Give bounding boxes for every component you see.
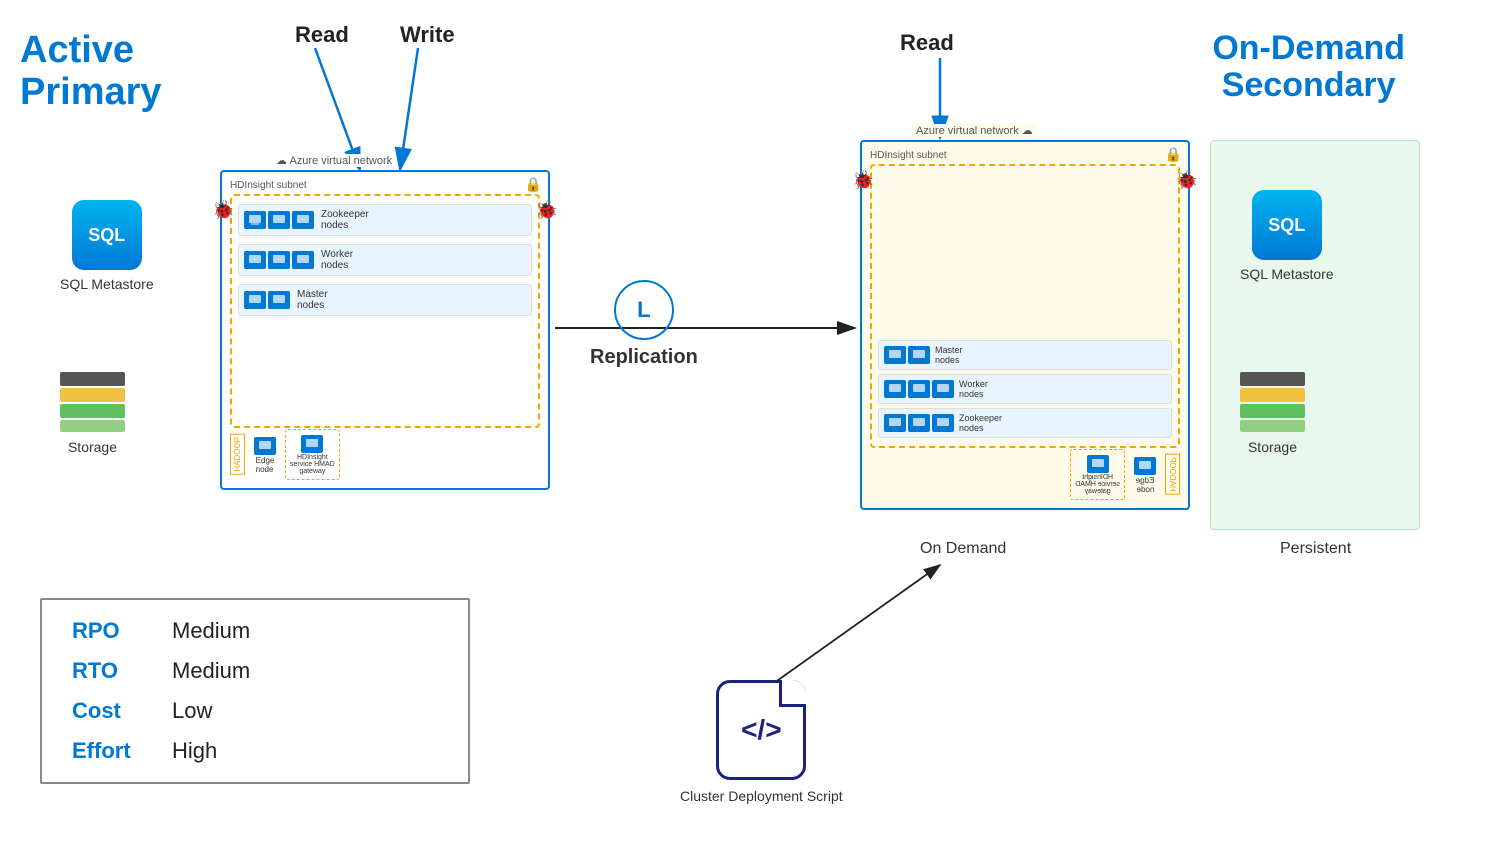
storage-icon-secondary bbox=[1235, 370, 1310, 435]
sec-zookeeper-label: Zookeepernodes bbox=[959, 413, 1002, 433]
on-demand-label: On Demand bbox=[920, 540, 1006, 558]
cluster-inner-secondary: Zookeepernodes Workernodes Masternodes bbox=[870, 164, 1180, 448]
sql-icon-primary: SQL bbox=[72, 200, 142, 270]
storage-secondary: Storage bbox=[1235, 370, 1310, 455]
worker-row: Workernodes bbox=[238, 244, 532, 276]
bug-icon-secondary-right: 🐞 bbox=[1176, 170, 1198, 191]
zk-node-1 bbox=[244, 211, 266, 229]
bug-icon-primary-right: 🐞 bbox=[536, 200, 558, 221]
secondary-cluster-box: Azure virtual network ☁ 🔒 HDInsight subn… bbox=[860, 140, 1190, 510]
bug-icon-primary-left: 🐞 bbox=[212, 200, 234, 221]
gateway-icon bbox=[301, 435, 323, 453]
zookeeper-row: Zookeepernodes bbox=[238, 204, 532, 236]
storage-label-secondary: Storage bbox=[1248, 439, 1297, 455]
zookeeper-label: Zookeepernodes bbox=[321, 209, 369, 231]
replication-circle: L bbox=[614, 280, 674, 340]
bug-icon-secondary-left: 🐞 bbox=[852, 170, 874, 191]
cluster-deployment-script-area: </> Cluster Deployment Script bbox=[680, 680, 843, 804]
metrics-box: RPO Medium RTO Medium Cost Low Effort Hi… bbox=[40, 598, 470, 784]
sec-master-label: Masternodes bbox=[935, 345, 963, 365]
master-label: Masternodes bbox=[297, 289, 328, 311]
azure-vnet-label-secondary: Azure virtual network ☁ bbox=[912, 124, 1037, 137]
cds-symbol: </> bbox=[741, 714, 781, 746]
hdinsight-subnet-label-primary: HDInsight subnet bbox=[230, 180, 307, 191]
w-node-2 bbox=[268, 251, 290, 269]
sql-metastore-secondary: SQL SQL Metastore bbox=[1240, 190, 1334, 282]
worker-label: Workernodes bbox=[321, 249, 353, 271]
m-node-2 bbox=[268, 291, 290, 309]
sql-label-secondary: SQL Metastore bbox=[1240, 266, 1334, 282]
metric-effort: Effort High bbox=[72, 738, 438, 764]
hadoop-label-sec: HADOOP bbox=[1165, 454, 1180, 495]
master-row: Masternodes bbox=[238, 284, 532, 316]
hdinsight-subnet-label-secondary: HDInsight subnet bbox=[870, 150, 947, 161]
metric-val-rto: Medium bbox=[172, 658, 250, 684]
sql-icon-secondary: SQL bbox=[1252, 190, 1322, 260]
edge-node-sec: Edgenode bbox=[1133, 456, 1157, 494]
sql-metastore-primary: SQL SQL Metastore bbox=[60, 200, 154, 292]
sec-worker-row: Workernodes bbox=[878, 374, 1172, 404]
replication-label: Replication bbox=[590, 346, 698, 369]
gateway-secondary: HDInsightservice HMADgateway bbox=[1070, 449, 1125, 500]
metric-key-cost: Cost bbox=[72, 698, 172, 724]
edge-node-icon bbox=[254, 437, 276, 455]
edge-area-secondary: HADOOP Edgenode HDInsightservice HMADgat… bbox=[870, 449, 1180, 500]
metric-key-rto: RTO bbox=[72, 658, 172, 684]
edge-area-primary: HADOOP Edgenode HDInsightservice HMADgat… bbox=[230, 429, 540, 480]
edge-node: Edgenode bbox=[253, 436, 277, 474]
cds-icon: </> bbox=[716, 680, 806, 780]
w-node-1 bbox=[244, 251, 266, 269]
zk-node-2 bbox=[268, 211, 290, 229]
sec-worker-label: Workernodes bbox=[959, 379, 988, 399]
on-demand-secondary-label: On-Demand Secondary bbox=[1212, 30, 1405, 105]
sec-master-row: Masternodes bbox=[878, 340, 1172, 370]
metric-rpo: RPO Medium bbox=[72, 618, 438, 644]
azure-vnet-label-primary: ☁ Azure virtual network bbox=[272, 154, 396, 167]
lock-icon-secondary: 🔒 bbox=[1165, 146, 1182, 163]
m-node-1 bbox=[244, 291, 266, 309]
metric-cost: Cost Low bbox=[72, 698, 438, 724]
storage-icon-primary bbox=[55, 370, 130, 435]
storage-label-primary: Storage bbox=[68, 439, 117, 455]
metric-rto: RTO Medium bbox=[72, 658, 438, 684]
sql-label-primary: SQL Metastore bbox=[60, 276, 154, 292]
w-node-3 bbox=[292, 251, 314, 269]
metric-val-cost: Low bbox=[172, 698, 212, 724]
metric-key-effort: Effort bbox=[72, 738, 172, 764]
zk-node-3 bbox=[292, 211, 314, 229]
storage-primary: Storage bbox=[55, 370, 130, 455]
replication-area: L Replication bbox=[590, 280, 698, 369]
primary-cluster-box: ☁ Azure virtual network 🔒 HDInsight subn… bbox=[220, 170, 550, 490]
active-primary-label: Active Primary bbox=[20, 30, 162, 114]
hadoop-label: HADOOP bbox=[230, 434, 245, 475]
metric-val-rpo: Medium bbox=[172, 618, 250, 644]
read-label-left: Read bbox=[295, 22, 349, 48]
page: Active Primary On-Demand Secondary Read … bbox=[0, 0, 1485, 864]
gateway-primary: HDInsightservice HMADgateway bbox=[285, 429, 340, 480]
cds-label: Cluster Deployment Script bbox=[680, 788, 843, 804]
persistent-label: Persistent bbox=[1280, 540, 1351, 558]
cluster-inner-primary: Zookeepernodes Workernodes bbox=[230, 194, 540, 428]
lock-icon-primary: 🔒 bbox=[525, 176, 542, 193]
sec-zookeeper-row: Zookeepernodes bbox=[878, 408, 1172, 438]
metric-val-effort: High bbox=[172, 738, 217, 764]
write-label: Write bbox=[400, 22, 455, 48]
read-label-right: Read bbox=[900, 30, 954, 56]
metric-key-rpo: RPO bbox=[72, 618, 172, 644]
